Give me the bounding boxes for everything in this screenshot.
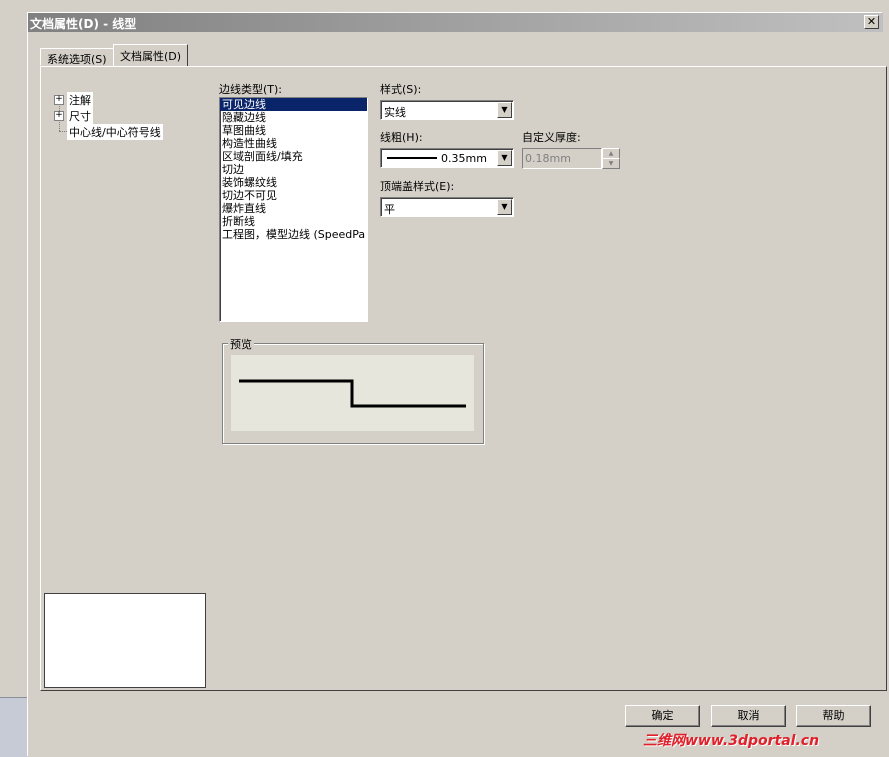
line-preview-graphic [239, 379, 466, 408]
list-item[interactable]: 折断线 [220, 215, 367, 228]
cancel-button[interactable]: 取消 [711, 705, 786, 727]
close-button[interactable]: ✕ [864, 15, 879, 29]
tree-item-label: 中心线/中心符号线 [67, 124, 163, 140]
preview-label: 预览 [228, 336, 254, 352]
list-item[interactable]: 草图曲线 [220, 124, 367, 137]
page-preview-thumbnail [44, 593, 206, 688]
list-item[interactable]: 装饰螺纹线 [220, 176, 367, 189]
custom-thickness-spinner[interactable]: ▲ ▼ [602, 148, 620, 169]
custom-thickness-label: 自定义厚度: [522, 131, 581, 144]
taskbar-strip [0, 697, 28, 757]
line-preview [231, 355, 474, 431]
list-item[interactable]: 构造性曲线 [220, 137, 367, 150]
list-item[interactable]: 切边不可见 [220, 189, 367, 202]
chevron-down-icon[interactable]: ▼ [497, 102, 512, 118]
list-item[interactable]: 隐藏边线 [220, 111, 367, 124]
tab-document-properties[interactable]: 文档属性(D) [113, 44, 189, 66]
desktop-background [0, 0, 28, 756]
list-item[interactable]: 工程图，模型边线 (SpeedPa [220, 228, 367, 241]
tree-connector [59, 131, 67, 132]
end-cap-value: 平 [384, 203, 395, 216]
chevron-down-icon[interactable]: ▼ [497, 150, 512, 166]
expand-icon[interactable]: + [54, 111, 64, 121]
style-value: 实线 [384, 106, 406, 119]
document-properties-dialog: 文档属性(D) - 线型 ✕ 系统选项(S) 文档属性(D) + 注解 + 尺寸… [27, 12, 887, 756]
thickness-select[interactable]: 0.35mm ▼ [380, 148, 514, 168]
list-item[interactable]: 切边 [220, 163, 367, 176]
list-item[interactable]: 可见边线 [220, 98, 367, 111]
ok-button[interactable]: 确定 [625, 705, 700, 727]
custom-thickness-field[interactable]: 0.18mm [522, 148, 602, 169]
edge-type-label: 边线类型(T): [219, 83, 283, 96]
style-select[interactable]: 实线 ▼ [380, 100, 514, 120]
custom-thickness-value: 0.18mm [525, 152, 571, 165]
edge-type-list[interactable]: 可见边线 隐藏边线 草图曲线 构造性曲线 区域剖面线/填充 切边 装饰螺纹线 切… [219, 97, 368, 322]
style-label: 样式(S): [380, 83, 422, 96]
chevron-down-icon[interactable]: ▼ [497, 199, 512, 215]
spin-down-icon[interactable]: ▼ [602, 158, 620, 169]
expand-icon[interactable]: + [54, 95, 64, 105]
end-cap-label: 顶端盖样式(E): [380, 180, 455, 193]
dialog-title: 文档属性(D) - 线型 [30, 17, 137, 31]
line-weight-sample-icon [387, 157, 437, 159]
title-bar[interactable]: 文档属性(D) - 线型 ✕ [28, 13, 883, 32]
site-watermark: 三维网www.3dportal.cn [643, 733, 820, 749]
end-cap-select[interactable]: 平 ▼ [380, 197, 514, 217]
thickness-label: 线粗(H): [380, 131, 423, 144]
tree-item-label: 注解 [67, 92, 93, 108]
tab-system-options[interactable]: 系统选项(S) [40, 48, 114, 66]
thickness-value: 0.35mm [441, 152, 487, 165]
close-icon: ✕ [866, 15, 877, 28]
list-item[interactable]: 区域剖面线/填充 [220, 150, 367, 163]
list-item[interactable]: 爆炸直线 [220, 202, 367, 215]
help-button[interactable]: 帮助 [796, 705, 871, 727]
tree-item-label: 尺寸 [67, 108, 93, 124]
